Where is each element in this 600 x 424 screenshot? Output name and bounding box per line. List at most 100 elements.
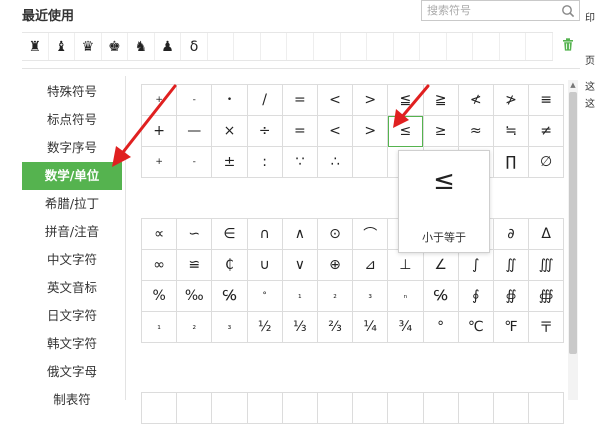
symbol-cell[interactable]: ≦ [387,84,424,116]
symbol-cell[interactable]: > [352,115,389,147]
symbol-cell[interactable]: ∰ [528,280,565,312]
symbol-cell[interactable]: ∯ [492,280,530,312]
symbol-cell[interactable]: + [140,146,178,178]
symbol-cell[interactable]: ₃ [211,311,248,343]
recent-symbol-cell[interactable] [208,33,235,60]
symbol-cell[interactable] [281,392,318,424]
recent-symbol-cell[interactable] [367,33,394,60]
symbol-cell[interactable]: ∫ [457,249,494,281]
symbol-cell[interactable]: ∴ [316,146,354,178]
symbol-cell[interactable]: ₂ [176,311,213,343]
trash-icon[interactable] [562,38,574,51]
symbol-cell[interactable]: : [246,146,283,178]
symbol-cell[interactable]: ± [211,146,248,178]
symbol-cell[interactable]: ∽ [176,218,213,250]
symbol-cell[interactable]: ₃ [352,280,389,312]
sidebar-item[interactable]: 标点符号 [22,106,122,134]
symbol-cell[interactable]: = [281,84,318,116]
symbol-cell[interactable]: ∨ [281,249,318,281]
symbol-cell[interactable] [316,392,354,424]
sidebar-item[interactable]: 拼音/注音 [22,218,122,246]
symbol-cell[interactable] [387,392,424,424]
symbol-cell[interactable]: ⊿ [352,249,389,281]
symbol-cell[interactable]: ÷ [246,115,283,147]
sidebar-item[interactable]: 俄文字母 [22,358,122,386]
symbol-cell[interactable]: • [211,84,248,116]
symbol-cell[interactable]: ₁ [140,311,178,343]
symbol-cell[interactable] [422,392,459,424]
symbol-cell[interactable]: ₂ [316,280,354,312]
recent-symbol-cell[interactable] [287,33,315,60]
symbol-cell[interactable] [528,392,565,424]
recent-symbol-cell[interactable] [526,33,553,60]
symbol-cell[interactable]: + [140,115,178,147]
symbol-cell[interactable] [211,392,248,424]
symbol-cell[interactable]: ₙ [387,280,424,312]
symbol-cell[interactable]: ∭ [528,249,565,281]
symbol-cell[interactable] [246,392,283,424]
recent-symbol-cell[interactable] [261,33,288,60]
symbol-cell[interactable]: 〒 [528,311,565,343]
scroll-up-icon[interactable]: ▲ [568,80,578,90]
symbol-cell[interactable]: ℉ [492,311,530,343]
symbol-cell[interactable]: ⊥ [387,249,424,281]
symbol-cell[interactable]: ≠ [528,115,565,147]
symbol-cell[interactable]: ¾ [387,311,424,343]
symbol-cell[interactable]: ∩ [246,218,283,250]
sidebar-item[interactable]: 中文字符 [22,246,122,274]
symbol-cell[interactable]: ∝ [140,218,178,250]
sidebar-item[interactable]: 希腊/拉丁 [22,190,122,218]
symbol-cell[interactable]: ° [422,311,459,343]
symbol-cell[interactable]: ≥ [422,115,459,147]
symbol-cell[interactable]: ≈ [457,115,494,147]
symbol-cell[interactable]: - [176,84,213,116]
symbol-cell[interactable]: ≤ [387,115,424,147]
symbol-cell[interactable]: ∵ [281,146,318,178]
search-box[interactable] [421,0,580,21]
recent-symbol-cell[interactable]: ♚ [102,33,129,60]
symbol-cell[interactable]: ∏ [492,146,530,178]
scrollbar[interactable]: ▲ [568,80,578,400]
recent-symbol-cell[interactable] [341,33,368,60]
symbol-cell[interactable]: ℃ [457,311,494,343]
symbol-cell[interactable]: ∠ [422,249,459,281]
symbol-cell[interactable] [457,392,494,424]
symbol-cell[interactable]: ≌ [176,249,213,281]
symbol-cell[interactable]: ∬ [492,249,530,281]
symbol-cell[interactable] [176,392,213,424]
symbol-cell[interactable]: ≮ [457,84,494,116]
recent-symbol-cell[interactable] [314,33,341,60]
recent-symbol-cell[interactable] [234,33,261,60]
symbol-cell[interactable]: ≡ [528,84,565,116]
symbol-cell[interactable]: < [316,115,354,147]
symbol-cell[interactable]: % [140,280,178,312]
symbol-cell[interactable]: = [281,115,318,147]
symbol-cell[interactable]: ⅔ [316,311,354,343]
symbol-cell[interactable]: > [352,84,389,116]
recent-symbol-cell[interactable] [447,33,474,60]
sidebar-item[interactable]: 日文字符 [22,302,122,330]
symbol-cell[interactable]: ∞ [140,249,178,281]
sidebar-item[interactable]: 数学/单位 [22,162,122,190]
symbol-cell[interactable]: × [211,115,248,147]
symbol-cell[interactable]: — [176,115,213,147]
symbol-cell[interactable] [492,392,530,424]
symbol-cell[interactable]: ≧ [422,84,459,116]
sidebar-item[interactable]: 数字序号 [22,134,122,162]
search-input[interactable] [427,3,555,18]
recent-symbol-cell[interactable]: ♜ [22,33,49,60]
symbol-cell[interactable]: ‰ [176,280,213,312]
recent-symbol-cell[interactable]: ♛ [75,33,102,60]
recent-symbol-cell[interactable] [500,33,527,60]
symbol-cell[interactable]: ⊙ [316,218,354,250]
symbol-cell[interactable]: ⅓ [281,311,318,343]
sidebar-item[interactable]: 制表符 [22,386,122,414]
symbol-cell[interactable] [352,146,389,178]
symbol-cell[interactable] [352,392,389,424]
recent-symbol-cell[interactable] [394,33,421,60]
search-icon[interactable] [561,4,575,18]
symbol-cell[interactable]: ⊕ [316,249,354,281]
symbol-cell[interactable]: Δ [528,218,565,250]
recent-symbol-cell[interactable]: ♟ [155,33,182,60]
symbol-cell[interactable]: ∈ [211,218,248,250]
